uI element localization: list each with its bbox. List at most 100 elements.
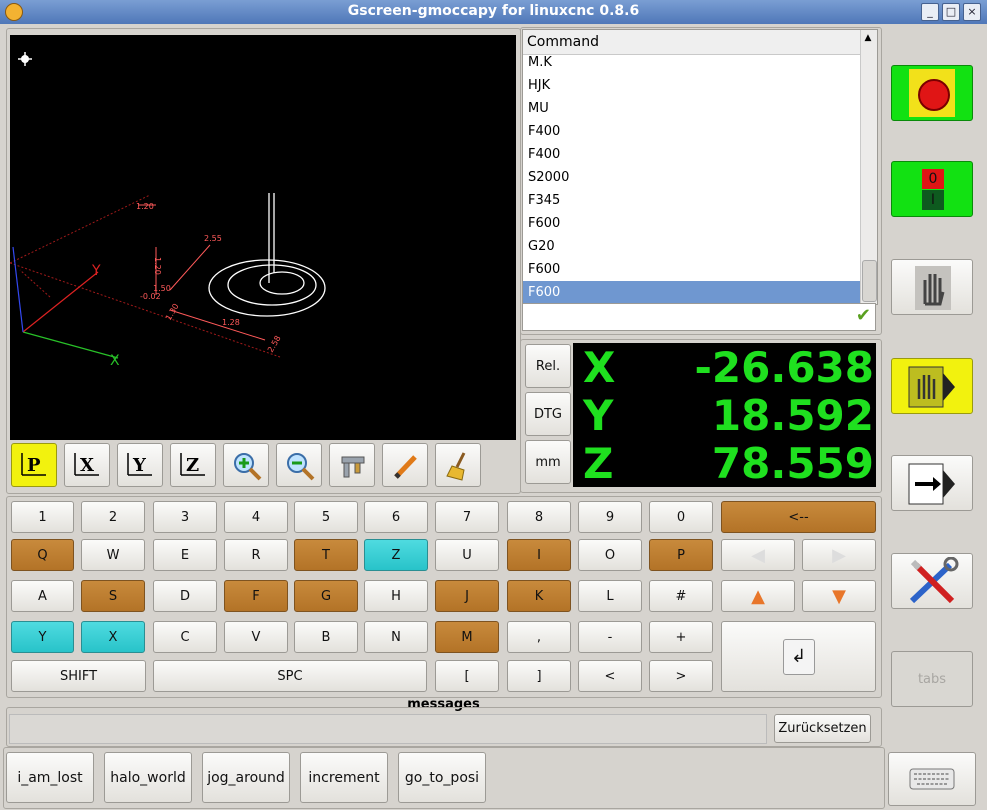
arrow-right-key[interactable]: ▶ — [802, 539, 876, 571]
key-row4-6[interactable]: M — [435, 621, 499, 653]
key-row3-1[interactable]: S — [81, 580, 145, 612]
key-row2-0[interactable]: Q — [11, 539, 74, 571]
command-history-item[interactable]: F600 — [523, 212, 864, 235]
key-row4-0[interactable]: Y — [11, 621, 74, 653]
dtg-button[interactable]: DTG — [525, 392, 571, 436]
key-row4-7[interactable]: , — [507, 621, 571, 653]
key-row4-2[interactable]: C — [153, 621, 217, 653]
key-row4-4[interactable]: B — [294, 621, 358, 653]
key-row3-2[interactable]: D — [153, 580, 217, 612]
relative-button[interactable]: Rel. — [525, 344, 571, 388]
command-history-item[interactable]: S2000 — [523, 166, 864, 189]
scroll-up-icon[interactable]: ▲ — [863, 33, 873, 43]
key-row3-0[interactable]: A — [11, 580, 74, 612]
edit-button[interactable] — [382, 443, 428, 487]
bracket-close-key[interactable]: ] — [507, 660, 571, 692]
key-row3-6[interactable]: J — [435, 580, 499, 612]
manual-mode-button[interactable] — [891, 259, 973, 315]
units-button[interactable]: mm — [525, 440, 571, 484]
backspace-key[interactable]: <-- — [721, 501, 876, 533]
key-row2-6[interactable]: U — [435, 539, 499, 571]
command-history-item[interactable]: F345 — [523, 189, 864, 212]
key-row4-9[interactable]: + — [649, 621, 713, 653]
mdi-command-input[interactable]: ✔ — [522, 303, 876, 331]
key-row2-1[interactable]: W — [81, 539, 145, 571]
macro-button-jog_around[interactable]: jog_around — [202, 752, 290, 803]
key-row4-5[interactable]: N — [364, 621, 428, 653]
clear-plot-button[interactable] — [435, 443, 481, 487]
macro-button-halo_world[interactable]: halo_world — [104, 752, 192, 803]
key-row2-5[interactable]: Z — [364, 539, 428, 571]
key-row2-2[interactable]: E — [153, 539, 217, 571]
key-row1-5[interactable]: 6 — [364, 501, 428, 533]
command-history-item[interactable]: G20 — [523, 235, 864, 258]
command-history-item[interactable]: F400 — [523, 120, 864, 143]
messages-area — [9, 714, 767, 744]
key-row1-1[interactable]: 2 — [81, 501, 145, 533]
key-row2-8[interactable]: O — [578, 539, 642, 571]
command-scrollbar[interactable]: ▲ — [860, 30, 877, 304]
key-row2-7[interactable]: I — [507, 539, 571, 571]
key-row4-3[interactable]: V — [224, 621, 288, 653]
macro-button-go_to_posi[interactable]: go_to_posi — [398, 752, 486, 803]
macro-button-i_am_lost[interactable]: i_am_lost — [6, 752, 94, 803]
command-history-list[interactable]: Command M.K HJK MU F400 F400 S2000 F345 F600 G20… — [522, 29, 878, 305]
shift-key[interactable]: SHIFT — [11, 660, 146, 692]
key-row1-0[interactable]: 1 — [11, 501, 74, 533]
zoom-in-button[interactable] — [223, 443, 269, 487]
view-x-button[interactable]: X — [64, 443, 110, 487]
key-row1-3[interactable]: 4 — [224, 501, 288, 533]
key-row1-4[interactable]: 5 — [294, 501, 358, 533]
zoom-out-button[interactable] — [276, 443, 322, 487]
key-row2-3[interactable]: R — [224, 539, 288, 571]
key-row4-8[interactable]: - — [578, 621, 642, 653]
auto-mode-button[interactable] — [891, 455, 973, 511]
key-row3-5[interactable]: H — [364, 580, 428, 612]
key-row1-2[interactable]: 3 — [153, 501, 217, 533]
key-row3-7[interactable]: K — [507, 580, 571, 612]
machine-power-button[interactable]: 0 I — [891, 161, 973, 217]
key-row1-7[interactable]: 8 — [507, 501, 571, 533]
key-row4-1[interactable]: X — [81, 621, 145, 653]
reset-messages-button[interactable]: Zurücksetzen — [774, 714, 871, 743]
key-row1-8[interactable]: 9 — [578, 501, 642, 533]
scroll-thumb[interactable] — [862, 260, 877, 302]
key-row2-9[interactable]: P — [649, 539, 713, 571]
command-history-item[interactable]: MU — [523, 97, 864, 120]
settings-button[interactable] — [891, 553, 973, 609]
key-row2-4[interactable]: T — [294, 539, 358, 571]
arrow-left-key[interactable]: ◀ — [721, 539, 795, 571]
greater-than-key[interactable]: > — [649, 660, 713, 692]
keyboard-toggle-button[interactable] — [888, 752, 976, 806]
measure-button[interactable] — [329, 443, 375, 487]
view-p-button[interactable]: P — [11, 443, 57, 487]
space-key[interactable]: SPC — [153, 660, 427, 692]
maximize-button[interactable]: □ — [942, 3, 960, 21]
arrow-down-key[interactable]: ▼ — [802, 580, 876, 612]
key-row3-8[interactable]: L — [578, 580, 642, 612]
bracket-open-key[interactable]: [ — [435, 660, 499, 692]
view-z-button[interactable]: Z — [170, 443, 216, 487]
command-history-item[interactable]: F600 — [523, 281, 864, 304]
close-button[interactable]: × — [963, 3, 981, 21]
less-than-key[interactable]: < — [578, 660, 642, 692]
command-history-item[interactable]: M.K — [523, 51, 864, 74]
command-history-item[interactable]: F600 — [523, 258, 864, 281]
minimize-button[interactable]: _ — [921, 3, 939, 21]
check-icon[interactable]: ✔ — [856, 305, 871, 326]
mdi-mode-button[interactable] — [891, 358, 973, 414]
key-row1-9[interactable]: 0 — [649, 501, 713, 533]
arrow-up-key[interactable]: ▲ — [721, 580, 795, 612]
key-row3-4[interactable]: G — [294, 580, 358, 612]
enter-key[interactable]: ↲ — [721, 621, 876, 692]
command-history-item[interactable]: F400 — [523, 143, 864, 166]
tabs-button[interactable]: tabs — [891, 651, 973, 707]
key-row1-6[interactable]: 7 — [435, 501, 499, 533]
estop-button[interactable] — [891, 65, 973, 121]
key-row3-3[interactable]: F — [224, 580, 288, 612]
view-y-button[interactable]: Y — [117, 443, 163, 487]
command-history-item[interactable]: HJK — [523, 74, 864, 97]
macro-button-increment[interactable]: increment — [300, 752, 388, 803]
toolpath-preview[interactable]: X Y 1.20 1.20 1.50 2.55 -0.02 1.30 1.28 … — [9, 35, 516, 440]
key-row3-9[interactable]: # — [649, 580, 713, 612]
